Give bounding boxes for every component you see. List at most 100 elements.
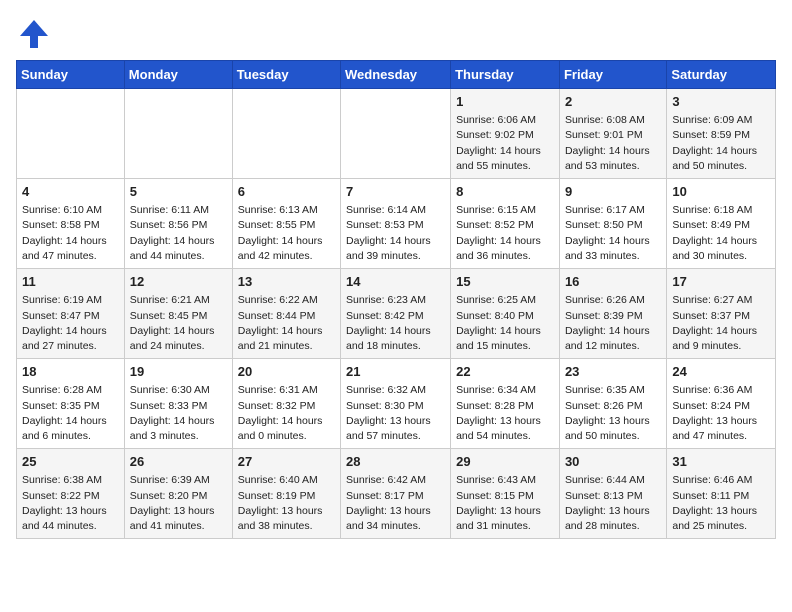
calendar-cell: 10 Sunrise: 6:18 AM Sunset: 8:49 PM Dayli… [667, 179, 776, 269]
calendar-week-3: 11 Sunrise: 6:19 AM Sunset: 8:47 PM Dayli… [17, 269, 776, 359]
day-number: 26 [130, 453, 227, 471]
calendar-cell: 23Sunrise: 6:35 AM Sunset: 8:26 PM Dayli… [559, 359, 666, 449]
day-info: Sunrise: 6:31 AM Sunset: 8:32 PM Dayligh… [238, 383, 335, 444]
day-info: Sunrise: 6:11 AM Sunset: 8:56 PM Dayligh… [130, 203, 227, 264]
calendar-cell: 8 Sunrise: 6:15 AM Sunset: 8:52 PM Daylig… [451, 179, 560, 269]
day-info: Sunrise: 6:34 AM Sunset: 8:28 PM Dayligh… [456, 383, 554, 444]
logo [16, 16, 56, 52]
day-number: 17 [672, 273, 770, 291]
calendar-cell: 4 Sunrise: 6:10 AM Sunset: 8:58 PM Daylig… [17, 179, 125, 269]
day-info: Sunrise: 6:21 AM Sunset: 8:45 PM Dayligh… [130, 293, 227, 354]
day-info: Sunrise: 6:23 AM Sunset: 8:42 PM Dayligh… [346, 293, 445, 354]
header-monday: Monday [124, 61, 232, 89]
header-saturday: Saturday [667, 61, 776, 89]
day-number: 19 [130, 363, 227, 381]
day-number: 15 [456, 273, 554, 291]
day-number: 29 [456, 453, 554, 471]
day-info: Sunrise: 6:14 AM Sunset: 8:53 PM Dayligh… [346, 203, 445, 264]
day-info: Sunrise: 6:40 AM Sunset: 8:19 PM Dayligh… [238, 473, 335, 534]
calendar-cell: 13 Sunrise: 6:22 AM Sunset: 8:44 PM Dayli… [232, 269, 340, 359]
calendar-cell: 16 Sunrise: 6:26 AM Sunset: 8:39 PM Dayli… [559, 269, 666, 359]
day-info: Sunrise: 6:09 AM Sunset: 8:59 PM Dayligh… [672, 113, 770, 174]
day-info: Sunrise: 6:30 AM Sunset: 8:33 PM Dayligh… [130, 383, 227, 444]
calendar-week-5: 25 Sunrise: 6:38 AM Sunset: 8:22 PM Dayli… [17, 449, 776, 539]
day-info: Sunrise: 6:38 AM Sunset: 8:22 PM Dayligh… [22, 473, 119, 534]
day-number: 22 [456, 363, 554, 381]
calendar-cell: 12 Sunrise: 6:21 AM Sunset: 8:45 PM Dayli… [124, 269, 232, 359]
calendar-cell: 18 Sunrise: 6:28 AM Sunset: 8:35 PM Dayli… [17, 359, 125, 449]
calendar-cell: 19 Sunrise: 6:30 AM Sunset: 8:33 PM Dayli… [124, 359, 232, 449]
calendar-table: SundayMondayTuesdayWednesdayThursdayFrid… [16, 60, 776, 539]
calendar-cell: 25 Sunrise: 6:38 AM Sunset: 8:22 PM Dayli… [17, 449, 125, 539]
calendar-cell [232, 89, 340, 179]
day-info: Sunrise: 6:15 AM Sunset: 8:52 PM Dayligh… [456, 203, 554, 264]
day-info: Sunrise: 6:19 AM Sunset: 8:47 PM Dayligh… [22, 293, 119, 354]
day-number: 24 [672, 363, 770, 381]
day-info: Sunrise: 6:22 AM Sunset: 8:44 PM Dayligh… [238, 293, 335, 354]
day-number: 6 [238, 183, 335, 201]
day-info: Sunrise: 6:26 AM Sunset: 8:39 PM Dayligh… [565, 293, 661, 354]
day-number: 25 [22, 453, 119, 471]
day-number: 31 [672, 453, 770, 471]
day-info: Sunrise: 6:42 AM Sunset: 8:17 PM Dayligh… [346, 473, 445, 534]
header-tuesday: Tuesday [232, 61, 340, 89]
day-info: Sunrise: 6:10 AM Sunset: 8:58 PM Dayligh… [22, 203, 119, 264]
day-number: 21 [346, 363, 445, 381]
day-number: 28 [346, 453, 445, 471]
day-info: Sunrise: 6:28 AM Sunset: 8:35 PM Dayligh… [22, 383, 119, 444]
logo-icon [16, 16, 52, 52]
day-info: Sunrise: 6:36 AM Sunset: 8:24 PM Dayligh… [672, 383, 770, 444]
header-wednesday: Wednesday [341, 61, 451, 89]
day-number: 7 [346, 183, 445, 201]
day-info: Sunrise: 6:13 AM Sunset: 8:55 PM Dayligh… [238, 203, 335, 264]
day-number: 16 [565, 273, 661, 291]
day-number: 12 [130, 273, 227, 291]
header-thursday: Thursday [451, 61, 560, 89]
calendar-cell: 3 Sunrise: 6:09 AM Sunset: 8:59 PM Daylig… [667, 89, 776, 179]
calendar-cell: 20 Sunrise: 6:31 AM Sunset: 8:32 PM Dayli… [232, 359, 340, 449]
day-number: 2 [565, 93, 661, 111]
calendar-cell: 27 Sunrise: 6:40 AM Sunset: 8:19 PM Dayli… [232, 449, 340, 539]
calendar-cell [341, 89, 451, 179]
day-number: 3 [672, 93, 770, 111]
calendar-header-row: SundayMondayTuesdayWednesdayThursdayFrid… [17, 61, 776, 89]
day-info: Sunrise: 6:27 AM Sunset: 8:37 PM Dayligh… [672, 293, 770, 354]
calendar-cell: 31 Sunrise: 6:46 AM Sunset: 8:11 PM Dayli… [667, 449, 776, 539]
day-number: 18 [22, 363, 119, 381]
day-number: 4 [22, 183, 119, 201]
calendar-cell: 2 Sunrise: 6:08 AM Sunset: 9:01 PM Daylig… [559, 89, 666, 179]
day-number: 10 [672, 183, 770, 201]
calendar-cell: 9Sunrise: 6:17 AM Sunset: 8:50 PM Daylig… [559, 179, 666, 269]
calendar-cell: 30Sunrise: 6:44 AM Sunset: 8:13 PM Dayli… [559, 449, 666, 539]
day-number: 11 [22, 273, 119, 291]
calendar-week-2: 4 Sunrise: 6:10 AM Sunset: 8:58 PM Daylig… [17, 179, 776, 269]
header-sunday: Sunday [17, 61, 125, 89]
calendar-cell: 24 Sunrise: 6:36 AM Sunset: 8:24 PM Dayli… [667, 359, 776, 449]
day-number: 27 [238, 453, 335, 471]
day-info: Sunrise: 6:39 AM Sunset: 8:20 PM Dayligh… [130, 473, 227, 534]
day-number: 5 [130, 183, 227, 201]
calendar-cell: 11 Sunrise: 6:19 AM Sunset: 8:47 PM Dayli… [17, 269, 125, 359]
day-number: 13 [238, 273, 335, 291]
calendar-cell: 15 Sunrise: 6:25 AM Sunset: 8:40 PM Dayli… [451, 269, 560, 359]
day-info: Sunrise: 6:25 AM Sunset: 8:40 PM Dayligh… [456, 293, 554, 354]
day-number: 1 [456, 93, 554, 111]
calendar-cell: 7 Sunrise: 6:14 AM Sunset: 8:53 PM Daylig… [341, 179, 451, 269]
day-number: 23 [565, 363, 661, 381]
day-number: 20 [238, 363, 335, 381]
calendar-cell [124, 89, 232, 179]
calendar-cell: 5 Sunrise: 6:11 AM Sunset: 8:56 PM Daylig… [124, 179, 232, 269]
day-info: Sunrise: 6:43 AM Sunset: 8:15 PM Dayligh… [456, 473, 554, 534]
calendar-cell: 14Sunrise: 6:23 AM Sunset: 8:42 PM Dayli… [341, 269, 451, 359]
day-info: Sunrise: 6:18 AM Sunset: 8:49 PM Dayligh… [672, 203, 770, 264]
calendar-cell: 17 Sunrise: 6:27 AM Sunset: 8:37 PM Dayli… [667, 269, 776, 359]
day-number: 8 [456, 183, 554, 201]
calendar-week-1: 1 Sunrise: 6:06 AM Sunset: 9:02 PM Daylig… [17, 89, 776, 179]
day-info: Sunrise: 6:46 AM Sunset: 8:11 PM Dayligh… [672, 473, 770, 534]
day-info: Sunrise: 6:44 AM Sunset: 8:13 PM Dayligh… [565, 473, 661, 534]
calendar-cell: 28 Sunrise: 6:42 AM Sunset: 8:17 PM Dayli… [341, 449, 451, 539]
day-info: Sunrise: 6:06 AM Sunset: 9:02 PM Dayligh… [456, 113, 554, 174]
day-number: 9 [565, 183, 661, 201]
day-info: Sunrise: 6:32 AM Sunset: 8:30 PM Dayligh… [346, 383, 445, 444]
day-info: Sunrise: 6:08 AM Sunset: 9:01 PM Dayligh… [565, 113, 661, 174]
